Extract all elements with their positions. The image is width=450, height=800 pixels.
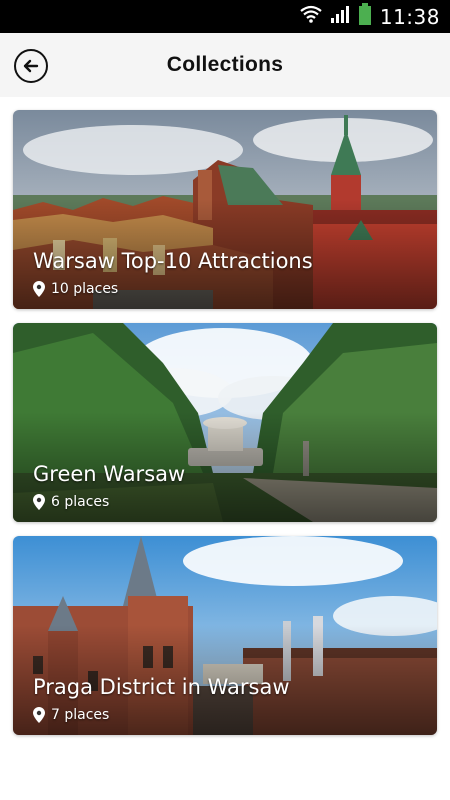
battery-icon	[358, 3, 372, 30]
collection-places: 7 places	[33, 707, 109, 723]
collection-title: Warsaw Top-10 Attractions	[33, 249, 313, 273]
back-button[interactable]	[14, 49, 48, 83]
places-count: 7 places	[51, 707, 110, 723]
location-pin-icon	[33, 707, 45, 723]
status-time: 11:38	[379, 4, 440, 29]
places-count: 10 places	[51, 281, 119, 297]
collection-places: 6 places	[33, 494, 109, 510]
arrow-left-circle-icon	[23, 59, 39, 73]
page-title: Collections	[166, 53, 284, 76]
status-bar: 11:38	[0, 0, 450, 33]
places-count: 6 places	[51, 494, 110, 510]
location-pin-icon	[33, 494, 45, 510]
collection-card[interactable]: Green Warsaw 6 places	[13, 323, 437, 522]
collection-title: Praga District in Warsaw	[33, 675, 290, 699]
collection-title: Green Warsaw	[33, 462, 186, 486]
collection-card[interactable]: Warsaw Top-10 Attractions 10 places	[13, 110, 437, 309]
location-pin-icon	[33, 281, 45, 297]
collection-list[interactable]: Warsaw Top-10 Attractions 10 places Gree…	[0, 97, 450, 800]
collection-card[interactable]: Praga District in Warsaw 7 places	[13, 536, 437, 735]
wifi-icon	[300, 5, 322, 28]
collection-places: 10 places	[33, 281, 118, 297]
cell-signal-icon	[330, 5, 350, 28]
app-header: Collections	[0, 33, 450, 97]
